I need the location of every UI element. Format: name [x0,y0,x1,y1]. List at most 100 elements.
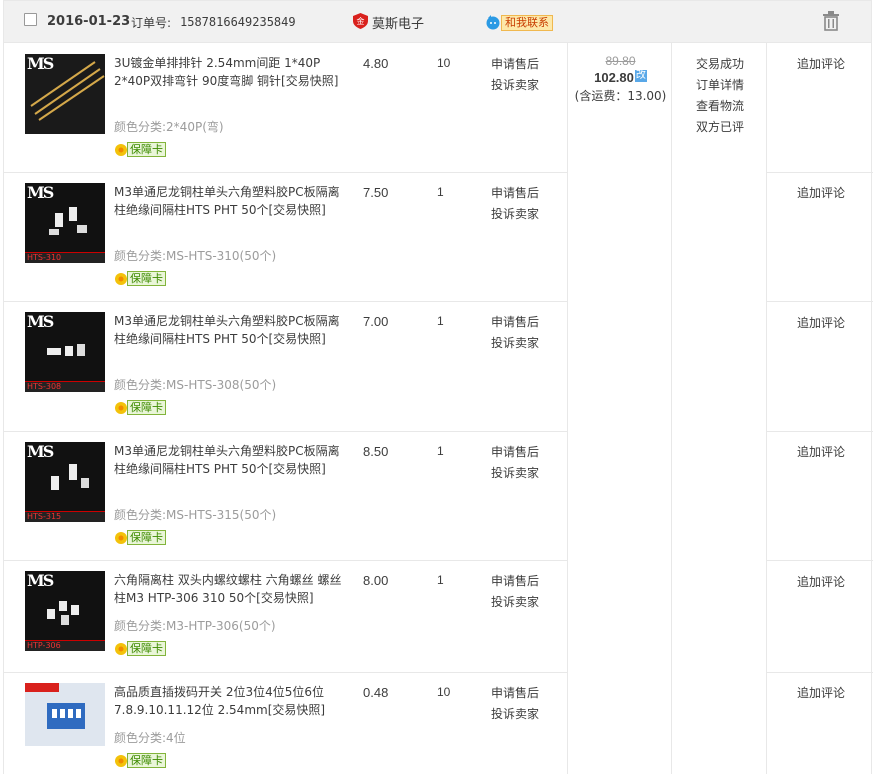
shipping-fee: (含运费：13.00) [574,89,667,103]
quantity: 10 [437,56,451,70]
complain-seller-link[interactable]: 投诉卖家 [491,592,539,613]
wangwang-chat-icon[interactable] [485,14,501,30]
product-title-link[interactable]: 高品质直插拨码开关 2位3位4位5位6位7.8.9.10.11.12位 2.54… [114,683,349,719]
guarantee-card-badge[interactable]: 保障卡 [114,400,166,416]
dip-switch-image [47,703,85,729]
after-sale-link[interactable]: 申请售后 [491,442,539,463]
product-thumbnail[interactable]: MS HTS-308 [25,312,105,392]
order-date: 2016-01-23 [47,14,131,29]
item-operations: 申请售后 投诉卖家 [491,183,539,225]
attr-value: 4位 [166,731,186,745]
thumb-tag: HTS-315 [27,512,62,521]
shop-name-link[interactable]: 莫斯电子 [372,13,424,32]
quantity: 1 [437,185,444,199]
item-operations: 申请售后 投诉卖家 [491,683,539,725]
thumb-bar: HTP-306 [25,640,105,651]
flower-icon [115,401,127,414]
order-select-checkbox[interactable] [24,13,37,26]
original-price: 89.80 [605,54,636,68]
guarantee-card-badge[interactable]: 保障卡 [114,753,166,769]
guarantee-card-badge[interactable]: 保障卡 [114,641,166,657]
thumb-tag: HTP-306 [27,641,61,650]
item-operations: 申请售后 投诉卖家 [491,312,539,354]
quantity: 10 [437,685,451,699]
add-review-link[interactable]: 追加评论 [797,184,845,201]
unit-price: 7.00 [363,314,389,329]
product-title-link[interactable]: 3U镀金单排排针 2.54mm间距 1*40P 2*40P双排弯针 90度弯脚 … [114,54,349,90]
after-sale-link[interactable]: 申请售后 [491,571,539,592]
flower-icon [115,143,127,156]
complain-seller-link[interactable]: 投诉卖家 [491,333,539,354]
both-reviewed-status: 双方已评 [696,120,745,134]
contact-seller-button[interactable]: 和我联系 [501,15,553,31]
complain-seller-link[interactable]: 投诉卖家 [491,204,539,225]
attr-value: 2*40P(弯) [166,120,224,134]
row-divider [766,172,873,173]
product-title-link[interactable]: M3单通尼龙铜柱单头六角塑料胶PC板隔离柱绝缘间隔柱HTS PHT 50个[交易… [114,183,349,219]
product-title-link[interactable]: 六角隔离柱 双头内螺纹螺柱 六角螺丝 螺丝柱M3 HTP-306 310 50个… [114,571,349,607]
row-divider [766,672,873,673]
order-total: 89.80 102.80 改 (含运费：13.00) [569,43,672,104]
order-number-label: 订单号: [131,16,172,30]
after-sale-link[interactable]: 申请售后 [491,54,539,75]
item-operations: 申请售后 投诉卖家 [491,571,539,613]
unit-price: 8.00 [363,573,389,588]
product-attr: 颜色分类:4位 [114,729,186,746]
flower-icon [115,754,127,767]
standoff-image [47,344,85,356]
unit-price: 8.50 [363,444,389,459]
row-divider [766,431,873,432]
attr-label: 颜色分类: [114,120,167,134]
trade-success-status: 交易成功 [696,57,745,71]
product-title-link[interactable]: M3单通尼龙铜柱单头六角塑料胶PC板隔离柱绝缘间隔柱HTS PHT 50个[交易… [114,312,349,348]
paid-value: 102.80 [594,70,634,85]
attr-value: MS-HTS-308(50个) [166,378,277,392]
unit-price: 7.50 [363,185,389,200]
order-item-row: 高品质直插拨码开关 2位3位4位5位6位7.8.9.10.11.12位 2.54… [4,672,767,774]
product-thumbnail[interactable] [25,683,105,746]
add-review-link[interactable]: 追加评论 [797,573,845,590]
product-thumbnail[interactable]: MS HTS-315 [25,442,105,522]
product-title-link[interactable]: M3单通尼龙铜柱单头六角塑料胶PC板隔离柱绝缘间隔柱HTS PHT 50个[交易… [114,442,349,478]
guarantee-label: 保障卡 [127,641,166,656]
trash-icon[interactable] [822,11,840,31]
add-review-link[interactable]: 追加评论 [797,314,845,331]
guarantee-card-badge[interactable]: 保障卡 [114,530,166,546]
price-changed-tag: 改 [634,70,647,82]
attr-value: MS-HTS-310(50个) [166,249,277,263]
order-detail-link[interactable]: 订单详情 [696,75,744,96]
after-sale-link[interactable]: 申请售后 [491,183,539,204]
guarantee-card-badge[interactable]: 保障卡 [114,142,166,158]
order-item-row: MS HTS-310 M3单通尼龙铜柱单头六角塑料胶PC板隔离柱绝缘间隔柱HTS… [4,172,767,301]
product-attr: 颜色分类:MS-HTS-315(50个) [114,506,276,523]
guarantee-label: 保障卡 [127,400,166,415]
guarantee-card-badge[interactable]: 保障卡 [114,271,166,287]
complain-seller-link[interactable]: 投诉卖家 [491,463,539,484]
order-item-row: MS HTS-315 M3单通尼龙铜柱单头六角塑料胶PC板隔离柱绝缘间隔柱HTS… [4,431,767,560]
product-attr: 颜色分类:2*40P(弯) [114,118,224,135]
guarantee-label: 保障卡 [127,271,166,286]
after-sale-link[interactable]: 申请售后 [491,683,539,704]
view-logistics-link[interactable]: 查看物流 [696,96,744,117]
pin-header-image [30,61,105,121]
guarantee-label: 保障卡 [127,142,166,157]
after-sale-link[interactable]: 申请售后 [491,312,539,333]
complain-seller-link[interactable]: 投诉卖家 [491,75,539,96]
complain-seller-link[interactable]: 投诉卖家 [491,704,539,725]
add-review-link[interactable]: 追加评论 [797,443,845,460]
flower-icon [115,642,127,655]
thumb-tag: HTS-310 [27,253,62,262]
paid-amount: 102.80 改 [569,70,672,85]
quantity: 1 [437,573,444,587]
add-review-link[interactable]: 追加评论 [797,55,845,72]
add-review-link[interactable]: 追加评论 [797,684,845,701]
product-thumbnail[interactable]: MS HTS-310 [25,183,105,263]
order-status: 交易成功 订单详情 查看物流 双方已评 [696,54,744,138]
flower-icon [115,531,127,544]
order-item-row: MS HTP-306 六角隔离柱 双头内螺纹螺柱 六角螺丝 螺丝柱M3 HTP-… [4,560,767,672]
product-thumbnail[interactable]: MS [25,54,105,134]
thumb-tag: HTS-308 [27,382,62,391]
thumb-bar: HTS-308 [25,381,105,392]
guarantee-label: 保障卡 [127,530,166,545]
product-thumbnail[interactable]: MS HTP-306 [25,571,105,651]
